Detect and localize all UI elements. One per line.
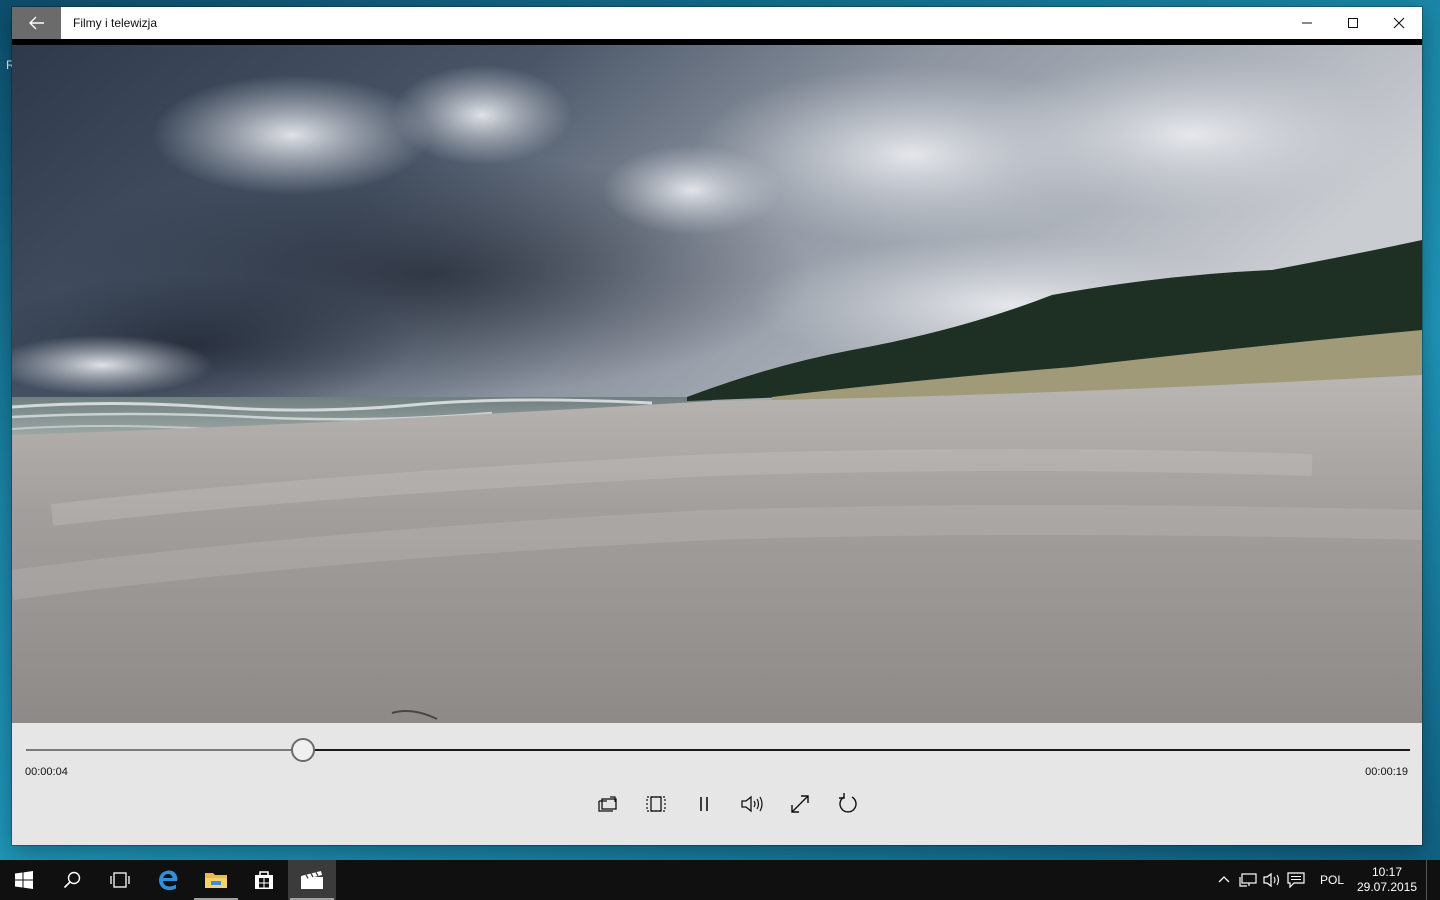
repeat-icon — [839, 793, 857, 813]
network-icon — [1239, 873, 1257, 887]
seek-bar-played — [26, 749, 303, 751]
movies-tv-window: Filmy i telewizja 00:00:04 00:00:19 — [12, 7, 1422, 845]
volume-button[interactable] — [728, 782, 776, 826]
network-button[interactable] — [1236, 860, 1260, 900]
cast-to-device-button[interactable] — [584, 782, 632, 826]
store-icon — [255, 871, 273, 889]
volume-tray-button[interactable] — [1260, 860, 1284, 900]
clock-time: 10:17 — [1371, 865, 1403, 879]
action-center-button[interactable] — [1284, 860, 1308, 900]
movies-tv-button[interactable] — [288, 860, 336, 900]
video-frame[interactable] — [12, 45, 1422, 723]
file-explorer-icon — [205, 873, 227, 888]
cast-to-device-icon — [598, 796, 617, 812]
store-button[interactable] — [240, 860, 288, 900]
title-bar: Filmy i telewizja — [12, 7, 1422, 39]
minimize-button[interactable] — [1284, 7, 1330, 39]
fullscreen-button[interactable] — [776, 782, 824, 826]
search-icon — [63, 871, 81, 889]
show-hidden-icons-button[interactable] — [1212, 860, 1236, 900]
beach-storm-video-image — [12, 45, 1422, 723]
volume-icon — [741, 795, 763, 813]
playback-controls: 00:00:04 00:00:19 — [12, 723, 1422, 845]
seek-bar[interactable] — [26, 749, 1410, 751]
task-view-icon — [110, 872, 130, 888]
close-icon — [1393, 17, 1405, 29]
movies-tv-icon — [301, 871, 323, 889]
minimize-icon — [1302, 22, 1312, 24]
back-button[interactable] — [12, 7, 61, 39]
transport-buttons — [584, 782, 872, 826]
back-arrow-icon — [28, 16, 44, 30]
input-language[interactable]: POL — [1314, 873, 1350, 887]
fullscreen-icon — [791, 795, 809, 813]
edge-button[interactable] — [144, 860, 192, 900]
clock-date: 29.07.2015 — [1356, 880, 1418, 894]
repeat-button[interactable] — [824, 782, 872, 826]
file-explorer-button[interactable] — [192, 860, 240, 900]
start-button[interactable] — [0, 860, 48, 900]
task-view-button[interactable] — [96, 860, 144, 900]
system-tray: POL 10:17 29.07.2015 — [1212, 860, 1440, 900]
close-button[interactable] — [1376, 7, 1422, 39]
speaker-icon — [1263, 872, 1280, 888]
seek-thumb[interactable] — [290, 738, 315, 762]
show-desktop-button[interactable] — [1426, 860, 1440, 900]
chevron-up-icon — [1218, 876, 1230, 883]
taskbar: POL 10:17 29.07.2015 — [0, 860, 1440, 900]
maximize-button[interactable] — [1330, 7, 1376, 39]
action-center-icon — [1287, 872, 1305, 888]
current-time: 00:00:04 — [25, 766, 68, 778]
pause-button[interactable] — [680, 782, 728, 826]
pause-icon — [700, 797, 708, 811]
total-time: 00:00:19 — [1365, 766, 1408, 778]
maximize-icon — [1348, 18, 1358, 28]
aspect-ratio-icon — [646, 796, 666, 812]
edge-icon — [159, 870, 178, 891]
start-icon — [15, 871, 33, 889]
search-button[interactable] — [48, 860, 96, 900]
clock[interactable]: 10:17 29.07.2015 — [1350, 865, 1424, 895]
aspect-ratio-button[interactable] — [632, 782, 680, 826]
window-title: Filmy i telewizja — [73, 16, 158, 30]
